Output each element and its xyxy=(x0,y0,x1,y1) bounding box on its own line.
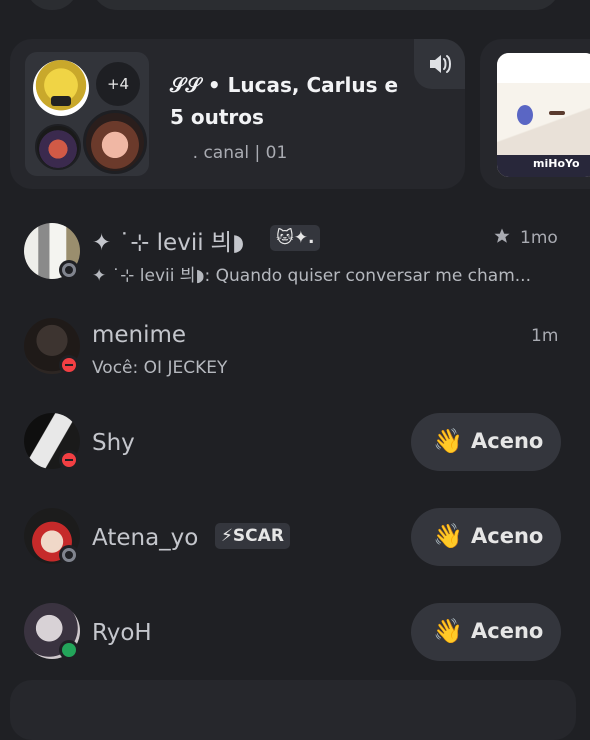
status-online-icon xyxy=(59,640,79,660)
dm-username: Shy xyxy=(92,430,135,456)
wave-button[interactable]: 👋 Aceno xyxy=(411,603,561,661)
user-tag: 🐱✦. xyxy=(270,225,321,251)
participants-avatar-group: +4 xyxy=(25,52,149,176)
voice-activity-card[interactable]: +4 𝒮𝒮 • Lucas, Carlus e 5 outros ﾠ. cana… xyxy=(10,39,465,189)
star-icon xyxy=(494,228,510,243)
voice-channel-participants: 𝒮𝒮 • Lucas, Carlus e 5 outros xyxy=(170,73,399,129)
top-search-bar[interactable] xyxy=(92,0,560,10)
user-tag: ⚡SCAR xyxy=(215,523,290,549)
dm-username: ✦ ˙⊹ levii 븨◗ xyxy=(92,230,245,256)
wave-button[interactable]: 👋 Aceno xyxy=(411,508,561,566)
dm-list-item[interactable]: ✦ ˙⊹ levii 븨◗ 🐱✦. 1mo ✦ ˙⊹ levii 븨◗: Qua… xyxy=(0,223,590,313)
bottom-card[interactable] xyxy=(10,680,576,740)
status-offline-icon xyxy=(59,260,79,280)
dm-timestamp: 1mo xyxy=(520,228,558,248)
dm-username: Atena_yo xyxy=(92,525,199,551)
wave-button[interactable]: 👋 Aceno xyxy=(411,413,561,471)
dm-last-message: ✦ ˙⊹ levii 븨◗: Quando quiser conversar m… xyxy=(92,266,531,286)
activity-card-2[interactable]: miHoYo xyxy=(480,39,590,189)
status-offline-icon xyxy=(59,545,79,565)
waving-hand-icon: 👋 xyxy=(433,617,463,645)
dm-username: menime xyxy=(92,322,187,348)
speaker-button[interactable] xyxy=(414,39,465,89)
game-art-image: miHoYo xyxy=(497,53,590,177)
dm-last-message: Você: OI JECKEY xyxy=(92,358,228,378)
status-dnd-icon xyxy=(59,355,79,375)
participant-avatar xyxy=(35,124,81,170)
game-logo: miHoYo xyxy=(533,157,580,170)
dm-list-item[interactable]: Shy 👋 Aceno xyxy=(0,413,590,503)
waving-hand-icon: 👋 xyxy=(433,427,463,455)
dm-list-item[interactable]: menime 1m Você: OI JECKEY xyxy=(0,318,590,408)
participant-avatar xyxy=(83,110,147,174)
speaker-icon xyxy=(430,55,451,73)
dm-username: RyoH xyxy=(92,620,152,646)
extra-participants-count: +4 xyxy=(96,62,140,106)
waving-hand-icon: 👋 xyxy=(433,522,463,550)
dm-timestamp: 1m xyxy=(531,326,559,346)
voice-channel-name: ﾠ. canal | 01 xyxy=(177,143,288,163)
status-dnd-icon xyxy=(59,450,79,470)
dm-list-item[interactable]: Atena_yo ⚡SCAR 👋 Aceno xyxy=(0,508,590,598)
participant-avatar xyxy=(33,60,89,116)
top-bar-button[interactable] xyxy=(26,0,78,10)
